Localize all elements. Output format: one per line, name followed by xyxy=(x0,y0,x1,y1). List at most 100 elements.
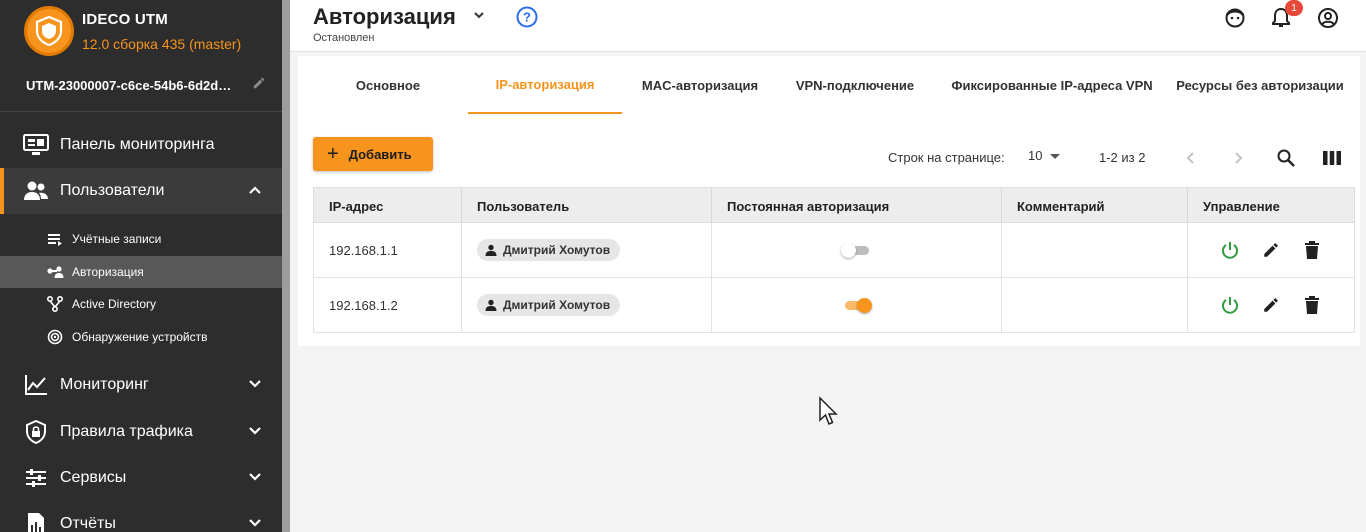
sidebar-item-dashboard[interactable]: Панель мониторинга xyxy=(0,122,282,168)
column-header-actions: Управление xyxy=(1203,198,1280,214)
account-icon[interactable] xyxy=(1316,6,1340,30)
columns-icon[interactable] xyxy=(1320,146,1344,170)
delete-icon[interactable] xyxy=(1300,293,1324,317)
tab-bar: Основное IP-авторизация MAC-авторизация … xyxy=(298,56,1360,114)
brand[interactable]: IDECO UTM 12.0 сборка 435 (master) xyxy=(24,6,241,56)
sidebar-subitem-label: Учётные записи xyxy=(72,232,162,246)
sidebar-subitem-accounts[interactable]: Учётные записи xyxy=(0,223,282,255)
report-icon xyxy=(22,510,50,532)
main-area: Авторизация ? Остановлен 1 Основное IP-а… xyxy=(290,0,1366,532)
table-header: IP-адрес Пользователь Постоянная авториз… xyxy=(313,187,1355,224)
pagination-range: 1-2 из 2 xyxy=(1099,150,1146,165)
tab-resources-no-auth[interactable]: Ресурсы без авторизации xyxy=(1170,56,1350,114)
shield-lock-icon xyxy=(22,418,50,446)
cell-permanent xyxy=(712,223,1002,277)
shield-icon xyxy=(24,6,74,56)
sidebar-scrollbar[interactable] xyxy=(282,0,290,532)
pencil-icon[interactable] xyxy=(252,76,266,95)
sidebar-item-label: Мониторинг xyxy=(60,376,149,393)
sidebar-subitem-label: Active Directory xyxy=(72,297,157,311)
cell-comment xyxy=(1002,278,1188,332)
cell-user: Дмитрий Хомутов xyxy=(462,278,712,332)
column-header-user[interactable]: Пользователь xyxy=(462,188,712,224)
toggle-knob xyxy=(840,243,856,258)
brand-name: IDECO UTM xyxy=(82,10,168,28)
plus-icon: + xyxy=(327,143,339,165)
support-icon[interactable] xyxy=(1223,6,1247,30)
edit-icon[interactable] xyxy=(1259,293,1283,317)
toggle-knob xyxy=(856,298,872,313)
server-row: UTM-23000007-c6ce-54b6-6d2d… xyxy=(26,76,266,95)
monitor-dashboard-icon xyxy=(22,131,50,159)
sidebar-item-label: Сервисы xyxy=(60,469,127,486)
table-row[interactable]: 192.168.1.1 Дмитрий Хомутов xyxy=(313,223,1355,278)
chart-line-icon xyxy=(22,371,50,399)
sidebar-subitem-label: Обнаружение устройств xyxy=(72,330,208,344)
power-icon[interactable] xyxy=(1218,238,1242,262)
svg-text:?: ? xyxy=(523,10,531,25)
sidebar: IDECO UTM 12.0 сборка 435 (master) UTM-2… xyxy=(0,0,282,532)
chevron-down-icon xyxy=(248,469,262,487)
page-status: Остановлен xyxy=(313,32,375,44)
chevron-up-icon xyxy=(248,182,262,200)
add-button-label: Добавить xyxy=(348,146,412,162)
sidebar-item-label: Правила трафика xyxy=(60,423,193,440)
radar-icon xyxy=(46,328,64,346)
column-header-ip[interactable]: IP-адрес xyxy=(314,188,462,224)
column-header-comment[interactable]: Комментарий xyxy=(1002,188,1188,224)
prev-page-icon[interactable] xyxy=(1179,146,1203,170)
add-button[interactable]: + Добавить xyxy=(313,137,433,171)
next-page-icon[interactable] xyxy=(1226,146,1250,170)
sidebar-item-users[interactable]: Пользователи xyxy=(0,168,282,214)
sidebar-divider xyxy=(0,111,282,112)
chevron-down-icon xyxy=(248,376,262,394)
sidebar-item-monitoring[interactable]: Мониторинг xyxy=(0,362,282,408)
mouse-cursor-icon xyxy=(818,396,840,433)
chevron-down-icon[interactable] xyxy=(472,8,486,27)
table-row[interactable]: 192.168.1.2 Дмитрий Хомутов xyxy=(313,278,1355,333)
permanent-auth-toggle[interactable] xyxy=(840,243,871,258)
sidebar-subitem-device-discovery[interactable]: Обнаружение устройств xyxy=(0,321,282,353)
tab-main[interactable]: Основное xyxy=(323,56,453,114)
sidebar-item-services[interactable]: Сервисы xyxy=(0,455,282,501)
search-icon[interactable] xyxy=(1274,146,1298,170)
sidebar-subitem-label: Авторизация xyxy=(72,265,144,279)
help-icon[interactable]: ? xyxy=(516,6,538,33)
cell-actions xyxy=(1188,278,1354,332)
notification-badge: 1 xyxy=(1285,0,1303,16)
content-card: Основное IP-авторизация MAC-авторизация … xyxy=(298,56,1360,346)
cell-ip: 192.168.1.2 xyxy=(314,278,462,332)
rows-per-page-label: Строк на странице: xyxy=(888,150,1005,165)
user-chip[interactable]: Дмитрий Хомутов xyxy=(477,294,621,316)
power-icon[interactable] xyxy=(1218,293,1242,317)
column-header-permanent[interactable]: Постоянная авторизация xyxy=(712,188,1002,224)
chevron-down-icon xyxy=(248,423,262,441)
cell-ip: 192.168.1.1 xyxy=(314,223,462,277)
person-icon xyxy=(485,244,497,256)
user-chip-label: Дмитрий Хомутов xyxy=(503,298,611,312)
user-key-icon xyxy=(46,263,64,281)
sidebar-subitem-active-directory[interactable]: Active Directory xyxy=(0,288,282,320)
chevron-down-icon xyxy=(248,515,262,532)
edit-icon[interactable] xyxy=(1259,238,1283,262)
server-name: UTM-23000007-c6ce-54b6-6d2d… xyxy=(26,78,232,93)
sidebar-item-traffic-rules[interactable]: Правила трафика xyxy=(0,409,282,455)
ad-tree-icon xyxy=(46,295,64,313)
rows-per-page-select[interactable]: 10 xyxy=(1028,148,1061,163)
sidebar-item-reports[interactable]: Отчёты xyxy=(0,501,282,532)
cell-permanent xyxy=(712,278,1002,332)
permanent-auth-toggle[interactable] xyxy=(843,298,872,313)
sliders-icon xyxy=(22,464,50,492)
tab-mac-auth[interactable]: MAC-авторизация xyxy=(632,56,768,114)
cell-actions xyxy=(1188,223,1354,277)
sidebar-item-label: Отчёты xyxy=(60,515,116,532)
tab-vpn[interactable]: VPN-подключение xyxy=(784,56,926,114)
rows-per-page-value: 10 xyxy=(1028,148,1043,163)
user-chip[interactable]: Дмитрий Хомутов xyxy=(477,239,621,261)
users-icon xyxy=(22,177,50,205)
page-title: Авторизация xyxy=(313,4,456,29)
delete-icon[interactable] xyxy=(1300,238,1324,262)
tab-ip-auth[interactable]: IP-авторизация xyxy=(468,56,622,114)
tab-fixed-vpn-ip[interactable]: Фиксированные IP-адреса VPN xyxy=(938,56,1166,114)
sidebar-subitem-authorization[interactable]: Авторизация xyxy=(0,256,282,288)
